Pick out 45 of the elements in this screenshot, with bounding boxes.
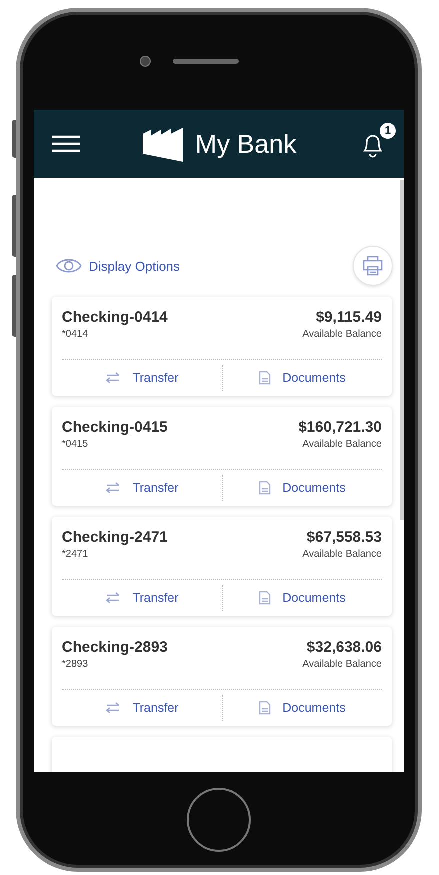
document-icon [258,481,271,495]
account-number: *2893 [62,659,88,670]
transfer-icon [104,702,121,714]
account-card[interactable]: Checking-2471 *2471 $67,558.53 Available Balance Transfer Documents [52,517,392,616]
documents-link[interactable]: Documents [222,591,382,605]
balance-label: Available Balance [302,659,382,670]
document-icon [258,371,271,385]
transfer-link[interactable]: Transfer [62,701,222,715]
account-balance: $9,115.49 [316,309,382,326]
documents-link[interactable]: Documents [222,701,382,715]
account-card[interactable]: Checking-2893 *2893 $32,638.06 Available Balance Transfer Documents [52,627,392,726]
account-name: Checking-0414 [62,309,168,326]
document-icon [258,591,271,605]
transfer-link[interactable]: Transfer [62,371,222,385]
transfer-icon [104,482,121,494]
app-title: My Bank [195,128,297,160]
documents-link[interactable]: Documents [222,481,382,495]
account-balance: $160,721.30 [298,419,382,436]
transfer-icon [104,592,121,604]
document-icon [258,701,271,715]
account-number: *0414 [62,329,88,340]
notification-badge: 1 [380,123,396,139]
speaker [172,58,238,64]
menu-icon[interactable] [52,135,80,153]
eye-icon [56,258,82,274]
account-balance: $67,558.53 [306,529,382,546]
balance-label: Available Balance [302,549,382,560]
account-number: *2471 [62,549,88,560]
camera [140,56,150,66]
transfer-link[interactable]: Transfer [62,591,222,605]
account-name: Checking-0415 [62,419,168,436]
account-card[interactable]: Checking-0415 *0415 $160,721.30 Available Balance Transfer Documents [52,407,392,506]
display-options-link[interactable]: Display Options [56,258,180,274]
documents-link[interactable]: Documents [222,371,382,385]
account-balance: $32,638.06 [306,639,382,656]
account-card[interactable]: Checking-0414 *0414 $9,115.49 Available Balance Transfer Documents [52,297,392,396]
account-name: Checking-2471 [62,529,168,546]
balance-label: Available Balance [302,439,382,450]
balance-label: Available Balance [302,329,382,340]
account-name: Checking-2893 [62,639,168,656]
transfer-icon [104,372,121,384]
printer-icon [362,256,384,276]
print-button[interactable] [353,246,393,286]
account-number: *0415 [62,439,88,450]
transfer-link[interactable]: Transfer [62,481,222,495]
